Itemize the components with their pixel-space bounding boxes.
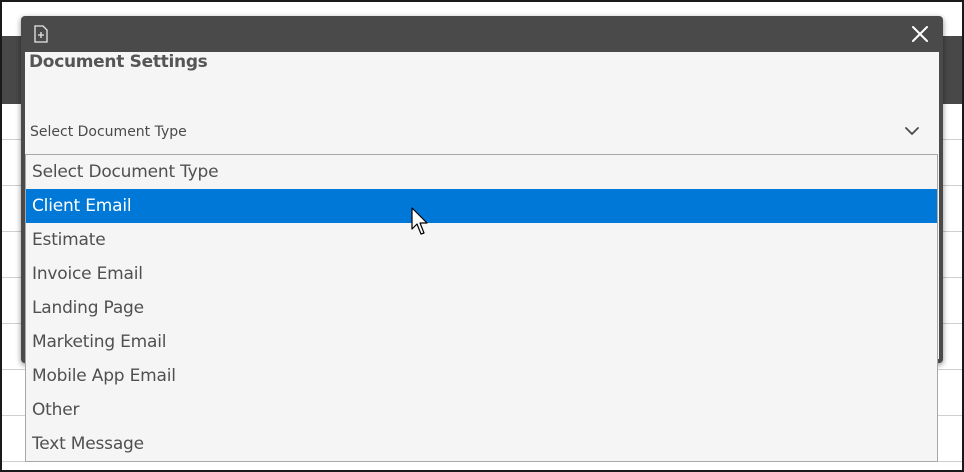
document-type-select-value: Select Document Type [30,124,187,140]
dropdown-option-text-message[interactable]: Text Message [26,427,937,461]
dropdown-option-estimate[interactable]: Estimate [26,223,937,257]
dialog-titlebar [21,16,943,52]
dropdown-option-landing-page[interactable]: Landing Page [26,291,937,325]
document-type-dropdown-list: Select Document Type Client Email Estima… [25,154,938,462]
dialog-title: Document Settings [29,52,208,72]
document-plus-icon [34,25,48,43]
dropdown-option-marketing-email[interactable]: Marketing Email [26,325,937,359]
dropdown-option-invoice-email[interactable]: Invoice Email [26,257,937,291]
dropdown-option-other[interactable]: Other [26,393,937,427]
dropdown-option-select-document-type[interactable]: Select Document Type [26,155,937,189]
chevron-down-icon[interactable] [904,124,920,138]
dropdown-option-client-email[interactable]: Client Email [26,189,937,223]
close-icon[interactable] [909,23,931,45]
screenshot-frame: Document Settings Select Document Type S… [0,0,964,472]
dropdown-option-mobile-app-email[interactable]: Mobile App Email [26,359,937,393]
